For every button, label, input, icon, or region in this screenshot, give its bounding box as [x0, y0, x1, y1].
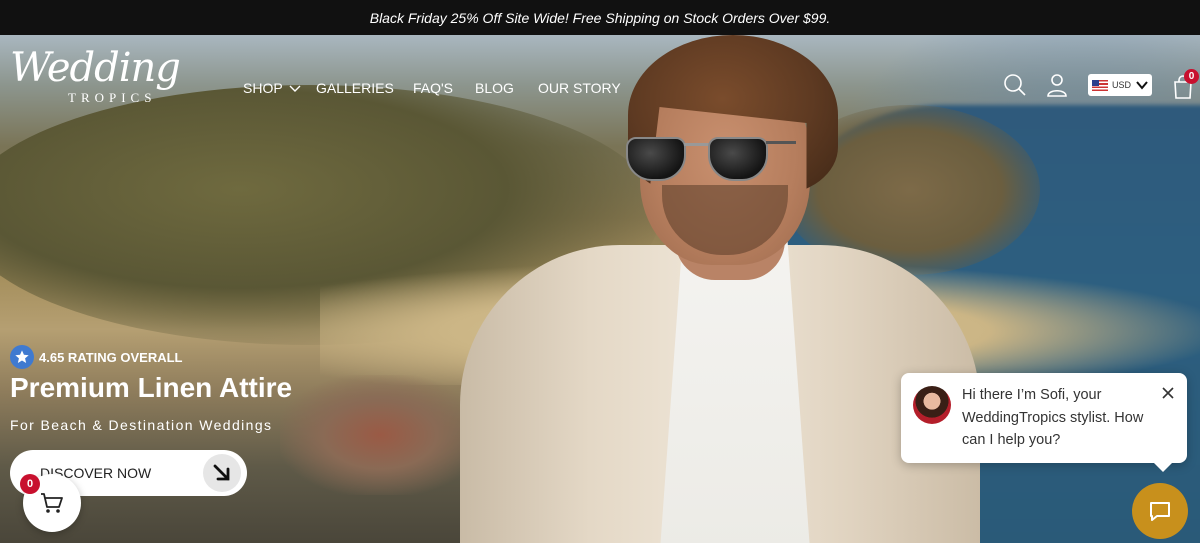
logo-script: Wedding [10, 45, 181, 91]
hero-model [440, 35, 1000, 543]
cart-icon [41, 493, 63, 513]
header-actions: USD 0 [1000, 69, 1200, 102]
floating-cart-badge: 0 [20, 474, 40, 494]
nav-our-story[interactable]: OUR STORY [538, 78, 621, 98]
currency-label: USD [1112, 80, 1132, 90]
account-icon[interactable] [1044, 72, 1070, 98]
chat-greeting-text: Hi there I’m Sofi, your WeddingTropics s… [962, 387, 1144, 448]
chevron-down-icon [1136, 81, 1148, 90]
us-flag-icon [1092, 79, 1108, 91]
chevron-down-icon [289, 85, 301, 92]
star-icon [10, 345, 34, 369]
cart-count-badge: 0 [1184, 69, 1199, 84]
rating-row: 4.65 RATING OVERALL [10, 345, 183, 369]
search-icon[interactable] [1002, 72, 1028, 98]
hero-subtitle: For Beach & Destination Weddings [10, 417, 273, 433]
nav-shop[interactable]: SHOP [243, 78, 316, 98]
promo-text: Black Friday 25% Off Site Wide! Free Shi… [369, 9, 831, 26]
close-icon[interactable] [1161, 386, 1175, 400]
model-sunglasses [626, 137, 796, 183]
chat-greeting-popup[interactable]: Hi there I’m Sofi, your WeddingTropics s… [901, 373, 1187, 472]
hero-title: Premium Linen Attire [10, 372, 293, 403]
nav-galleries[interactable]: GALLERIES [316, 78, 413, 98]
site-logo[interactable]: Wedding TROPICS [10, 48, 185, 118]
model-shirt [660, 240, 810, 543]
chat-icon [1150, 502, 1170, 521]
chat-launcher-button[interactable] [1132, 483, 1188, 539]
nav-blog[interactable]: BLOG [475, 78, 538, 98]
main-nav: SHOP GALLERIES FAQ's BLOG OUR STORY [243, 78, 621, 98]
promo-bar: Black Friday 25% Off Site Wide! Free Shi… [0, 0, 1200, 35]
currency-selector[interactable]: USD [1088, 74, 1152, 96]
arrow-down-right-icon [203, 454, 241, 492]
rating-text: 4.65 RATING OVERALL [39, 349, 183, 365]
nav-shop-label: SHOP [243, 80, 283, 96]
logo-sub: TROPICS [68, 90, 157, 105]
nav-faqs[interactable]: FAQ's [413, 78, 475, 98]
stylist-avatar [913, 386, 951, 424]
